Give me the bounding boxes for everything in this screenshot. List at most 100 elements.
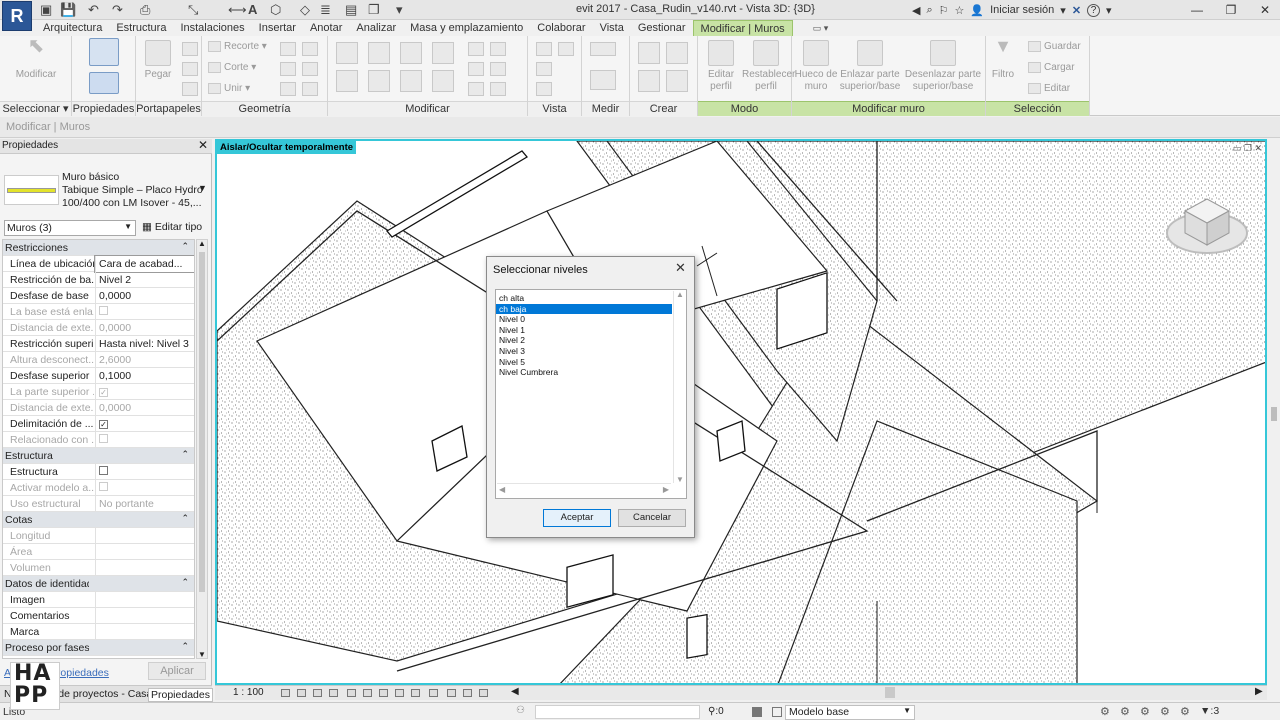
filter-count[interactable]: ▼:3: [1200, 705, 1219, 717]
close-icon[interactable]: ✕: [675, 260, 686, 276]
level-list-item[interactable]: Nivel 0: [496, 314, 672, 325]
level-list-item[interactable]: Nivel 5: [496, 357, 672, 368]
collapse-icon[interactable]: ⌃: [181, 577, 189, 588]
tab-anotar[interactable]: Anotar: [303, 20, 349, 36]
revit-app-menu-button[interactable]: R: [2, 1, 32, 31]
collapse-icon[interactable]: ⌃: [181, 449, 189, 460]
reveal-constraints-icon[interactable]: [479, 689, 488, 697]
type-selector[interactable]: Muro básico Tabique Simple – Placo Hydro…: [0, 155, 212, 215]
horizontal-scroll-thumb[interactable]: [885, 687, 895, 698]
level-list-item[interactable]: ch baja: [496, 303, 672, 315]
copy-element-icon[interactable]: [368, 70, 390, 92]
measure-icon[interactable]: ⤡: [188, 2, 198, 18]
canvas-scroll-thumb[interactable]: [1271, 407, 1277, 421]
restore-icon[interactable]: ❐: [1214, 0, 1248, 20]
move-icon[interactable]: [336, 70, 358, 92]
edit-selection-button[interactable]: Editar: [1028, 83, 1070, 94]
tab-colaborar[interactable]: Colaborar: [530, 20, 592, 36]
tab-insertar[interactable]: Insertar: [252, 20, 303, 36]
type-dropdown-icon[interactable]: ▼: [198, 183, 207, 193]
offset-icon[interactable]: [368, 42, 390, 64]
property-row[interactable]: Desfase de base 0,0000: [3, 288, 194, 304]
tab-vista[interactable]: Vista: [593, 20, 631, 36]
property-row[interactable]: Imagen: [3, 592, 194, 608]
save-selection-button[interactable]: Guardar: [1028, 41, 1081, 52]
wall-opening-button[interactable]: Hueco de muro: [794, 40, 838, 93]
reset-profile-button[interactable]: Restablecer perfil: [742, 40, 795, 93]
apply-button[interactable]: Aplicar: [148, 662, 206, 680]
property-row[interactable]: Desfase superior 0,1000: [3, 368, 194, 384]
paste-button[interactable]: Pegar: [140, 40, 176, 81]
property-value[interactable]: ✓: [95, 416, 194, 432]
favorites-icon[interactable]: ☆: [955, 4, 965, 17]
help-dropdown-icon[interactable]: ▾: [1106, 4, 1112, 17]
property-row[interactable]: La base está enla...: [3, 304, 194, 320]
show-crop-icon[interactable]: [379, 689, 388, 697]
sun-path-icon[interactable]: [313, 689, 322, 697]
level-list-item[interactable]: Nivel 3: [496, 346, 672, 357]
dimension-tool-icon[interactable]: [590, 70, 616, 90]
properties-scroll-thumb[interactable]: [199, 252, 205, 592]
property-row[interactable]: Restricción superi... Hasta nivel: Nivel …: [3, 336, 194, 352]
split-icon[interactable]: [432, 42, 454, 64]
property-checkbox[interactable]: ✓: [99, 420, 108, 429]
property-row[interactable]: Distancia de exte... 0,0000: [3, 400, 194, 416]
cut-geometry-button[interactable]: Corte ▾: [208, 62, 256, 73]
horizontal-scroll-right-icon[interactable]: ▶: [1255, 686, 1263, 697]
horizontal-scroll-left-icon[interactable]: ◀: [511, 686, 519, 697]
level-list-item[interactable]: Nivel 2: [496, 335, 672, 346]
scroll-right-icon[interactable]: ▶: [663, 485, 669, 494]
property-row[interactable]: Línea de ubicación Cara de acabad...: [3, 255, 194, 273]
property-value[interactable]: Cara de acabad...: [94, 255, 194, 273]
property-group-header[interactable]: Restricciones ⌃: [3, 240, 194, 256]
property-row[interactable]: Altura desconect... 2,6000: [3, 352, 194, 368]
type-properties-button[interactable]: [86, 38, 122, 69]
align-icon[interactable]: [336, 42, 358, 64]
paint-icon[interactable]: [536, 82, 552, 96]
property-row[interactable]: Comentarios: [3, 608, 194, 624]
collapse-icon[interactable]: ⌃: [181, 641, 189, 652]
levels-vertical-scrollbar[interactable]: ▲ ▼: [673, 290, 685, 484]
scroll-down-icon[interactable]: ▼: [676, 475, 684, 484]
analytical-model-icon[interactable]: [447, 689, 456, 697]
join-button[interactable]: Unir ▾: [208, 83, 250, 94]
temp-hide-icon[interactable]: [411, 689, 420, 697]
create-assembly-icon[interactable]: [638, 42, 660, 64]
3d-view-icon[interactable]: ⬡: [270, 2, 281, 18]
close-icon[interactable]: ✕: [198, 138, 208, 152]
levels-horizontal-scrollbar[interactable]: ◀ ▶: [497, 483, 671, 497]
shadows-icon[interactable]: [329, 689, 338, 697]
detach-top-base-button[interactable]: Desenlazar parte superior/base: [902, 40, 984, 93]
cut-icon[interactable]: [182, 62, 198, 76]
properties-tab[interactable]: Propiedades: [148, 688, 213, 702]
property-value[interactable]: 0,1000: [95, 368, 194, 384]
property-value[interactable]: [95, 592, 194, 608]
geometry-tool-6-icon[interactable]: [302, 82, 318, 96]
level-list-item[interactable]: Nivel Cumbrera: [496, 367, 672, 378]
pin-icon[interactable]: [468, 42, 484, 56]
crop-view-icon[interactable]: [363, 689, 372, 697]
property-row[interactable]: Relacionado con ...: [3, 432, 194, 448]
thin-lines-icon[interactable]: ≣: [320, 2, 331, 18]
property-checkbox[interactable]: [99, 466, 108, 475]
property-group-header[interactable]: Estructura ⌃: [3, 448, 194, 464]
property-row[interactable]: Restricción de ba... Nivel 2: [3, 272, 194, 288]
level-list-item[interactable]: ch alta: [496, 293, 672, 304]
tab-gestionar[interactable]: Gestionar: [631, 20, 693, 36]
tab-instalaciones[interactable]: Instalaciones: [173, 20, 251, 36]
scroll-up-icon[interactable]: ▲: [676, 290, 684, 299]
property-value[interactable]: Nivel 2: [95, 272, 194, 288]
property-row[interactable]: Uso estructural No portante: [3, 496, 194, 512]
attach-top-base-button[interactable]: Enlazar parte superior/base: [838, 40, 902, 93]
dimension-icon[interactable]: ⟷: [228, 2, 247, 18]
property-row[interactable]: La parte superior ... ✓: [3, 384, 194, 400]
view-scale[interactable]: 1 : 100: [233, 687, 264, 698]
worksets-icon[interactable]: ⚇: [516, 705, 525, 716]
create-parts-icon[interactable]: [666, 42, 688, 64]
design-option-toggle-icon[interactable]: [752, 707, 762, 717]
copy-icon[interactable]: [182, 42, 198, 56]
scale-icon[interactable]: [490, 62, 506, 76]
edit-type-button[interactable]: ▦ Editar tipo: [142, 221, 202, 233]
property-row[interactable]: Longitud: [3, 528, 194, 544]
user-icon[interactable]: 👤: [970, 4, 984, 17]
